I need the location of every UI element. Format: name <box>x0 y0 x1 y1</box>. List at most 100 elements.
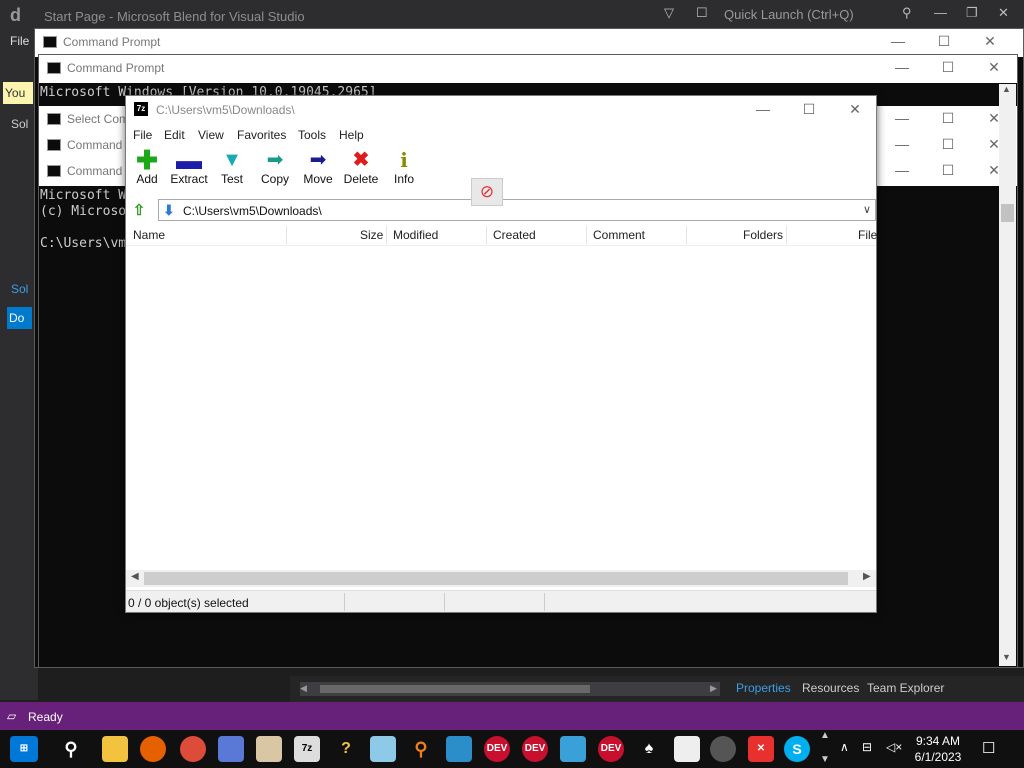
taskbar-scroll-down-icon[interactable]: ▼ <box>820 754 830 765</box>
horizontal-scrollbar[interactable]: ◀ ▶ <box>126 570 876 587</box>
media-icon[interactable] <box>710 736 736 762</box>
column-modified[interactable]: Modified <box>393 228 438 242</box>
cmd-vertical-scrollbar[interactable]: ▲ ▼ <box>999 84 1016 666</box>
quick-launch-input[interactable]: Quick Launch (Ctrl+Q) <box>724 7 854 22</box>
info-button[interactable]: i Info <box>383 148 425 192</box>
address-input[interactable]: ⬇ C:\Users\vm5\Downloads\ ∨ <box>158 199 876 221</box>
move-button[interactable]: ➡ Move <box>297 148 339 192</box>
column-size[interactable]: Size <box>360 228 383 242</box>
menu-view[interactable]: View <box>198 128 224 142</box>
notifications-icon[interactable]: ☐ <box>982 739 995 757</box>
chrome-icon[interactable] <box>180 736 206 762</box>
blend-menu-file[interactable]: File <box>10 34 29 48</box>
blend-taskbar-icon[interactable] <box>446 736 472 762</box>
archive-icon[interactable] <box>256 736 282 762</box>
taskbar-scroll-up-icon[interactable]: ▲ <box>820 730 830 741</box>
tab-team-explorer[interactable]: Team Explorer <box>867 681 944 695</box>
cmd-prompt-line: C:\Users\vm <box>40 236 127 251</box>
delete-button[interactable]: ✖ Delete <box>340 148 382 192</box>
notepad-icon[interactable] <box>370 736 396 762</box>
code-editor-icon[interactable] <box>560 736 586 762</box>
folder-arrow-icon: ⬇ <box>163 202 175 218</box>
menu-file[interactable]: File <box>133 128 152 142</box>
maximize-button[interactable]: ☐ <box>925 136 971 153</box>
extract-button[interactable]: ▬ Extract <box>168 147 210 192</box>
column-name[interactable]: Name <box>133 228 165 242</box>
close-app-icon[interactable]: ✕ <box>748 736 774 762</box>
7zip-window[interactable]: 7z C:\Users\vm5\Downloads\ — ☐ ✕ File Ed… <box>125 95 877 613</box>
scroll-thumb[interactable] <box>320 685 590 693</box>
restore-icon[interactable]: ❐ <box>966 5 978 21</box>
clock[interactable]: 9:34 AM 6/1/2023 <box>906 733 970 765</box>
help-icon[interactable]: ? <box>333 736 359 762</box>
test-button[interactable]: ▼ Test <box>211 148 253 192</box>
network-icon[interactable]: ⊟ <box>862 740 872 754</box>
close-button[interactable]: ✕ <box>832 101 878 118</box>
cmd-title: Command <box>67 164 123 178</box>
column-files[interactable]: File <box>858 228 877 242</box>
scroll-thumb[interactable] <box>1001 204 1014 222</box>
menu-edit[interactable]: Edit <box>164 128 185 142</box>
column-comment[interactable]: Comment <box>593 228 645 242</box>
close-button[interactable]: ✕ <box>971 59 1017 76</box>
show-hidden-icons[interactable]: ∧ <box>840 740 849 754</box>
search-icon[interactable]: ⚲ <box>902 5 912 21</box>
maximize-button[interactable]: ☐ <box>925 59 971 76</box>
cmd-title: Select Com <box>67 112 130 126</box>
file-explorer-icon[interactable] <box>102 736 128 762</box>
solitaire-icon[interactable]: ♠ <box>636 736 662 762</box>
minimize-button[interactable]: — <box>879 136 925 152</box>
column-folders[interactable]: Folders <box>743 228 783 242</box>
devcpp-icon[interactable]: DEV <box>522 736 548 762</box>
filter-icon[interactable]: ▽ <box>664 5 674 21</box>
devcpp-icon[interactable]: DEV <box>598 736 624 762</box>
maximize-button[interactable]: ☐ <box>921 33 967 50</box>
skype-icon[interactable]: S <box>784 736 810 762</box>
clock-time: 9:34 AM <box>915 734 961 748</box>
close-icon[interactable]: ✕ <box>998 5 1009 21</box>
up-folder-icon[interactable]: ⇧ <box>130 201 148 219</box>
minimize-button[interactable]: — <box>879 110 925 126</box>
scroll-thumb[interactable] <box>144 572 848 585</box>
scroll-down-icon[interactable]: ▼ <box>1002 652 1011 662</box>
menu-tools[interactable]: Tools <box>298 128 326 142</box>
search-tool-icon[interactable]: ⚲ <box>408 736 434 762</box>
minimize-button[interactable]: — <box>879 59 925 75</box>
minimize-icon[interactable]: — <box>934 5 947 20</box>
document-tab[interactable]: Do <box>7 307 32 329</box>
7zip-taskbar-icon[interactable]: 7z <box>294 736 320 762</box>
maximize-button[interactable]: ☐ <box>925 162 971 179</box>
solution-tab[interactable]: Sol <box>11 282 28 296</box>
feedback-icon[interactable]: ☐ <box>696 5 708 21</box>
maximize-button[interactable]: ☐ <box>925 110 971 127</box>
selection-status: 0 / 0 object(s) selected <box>128 596 249 610</box>
volume-muted-icon[interactable]: ◁× <box>886 740 902 754</box>
search-button[interactable]: ⚲ <box>58 736 84 762</box>
menu-favorites[interactable]: Favorites <box>237 128 286 142</box>
tab-properties[interactable]: Properties <box>736 681 791 695</box>
add-button[interactable]: ✚ Add <box>126 147 168 192</box>
window-app-icon[interactable] <box>674 736 700 762</box>
minimize-button[interactable]: — <box>875 33 921 49</box>
firefox-icon[interactable] <box>140 736 166 762</box>
scroll-right-icon[interactable]: ▶ <box>710 683 717 694</box>
blend-h-scrollbar[interactable]: ◀ ▶ <box>300 682 720 696</box>
status-icon: ▱ <box>7 709 17 723</box>
scroll-left-icon[interactable]: ◀ <box>131 571 139 582</box>
close-button[interactable]: ✕ <box>967 33 1013 50</box>
start-button[interactable]: ⊞ <box>10 736 38 762</box>
scroll-right-icon[interactable]: ▶ <box>863 571 871 582</box>
scroll-up-icon[interactable]: ▲ <box>1002 84 1011 94</box>
tab-resources[interactable]: Resources <box>802 681 859 695</box>
chevron-down-icon[interactable]: ∨ <box>863 203 871 216</box>
minimize-button[interactable]: — <box>740 101 786 117</box>
taskbar: ⊞ ⚲ 7z ? ⚲ DEV DEV DEV ♠ ✕ S ▲ ▼ ∧ ⊟ ◁× … <box>0 730 1024 768</box>
app-icon[interactable] <box>218 736 244 762</box>
scroll-left-icon[interactable]: ◀ <box>300 683 307 694</box>
menu-help[interactable]: Help <box>339 128 364 142</box>
column-created[interactable]: Created <box>493 228 536 242</box>
maximize-button[interactable]: ☐ <box>786 101 832 118</box>
minimize-button[interactable]: — <box>879 162 925 178</box>
copy-button[interactable]: ➡ Copy <box>254 148 296 192</box>
devcpp-icon[interactable]: DEV <box>484 736 510 762</box>
